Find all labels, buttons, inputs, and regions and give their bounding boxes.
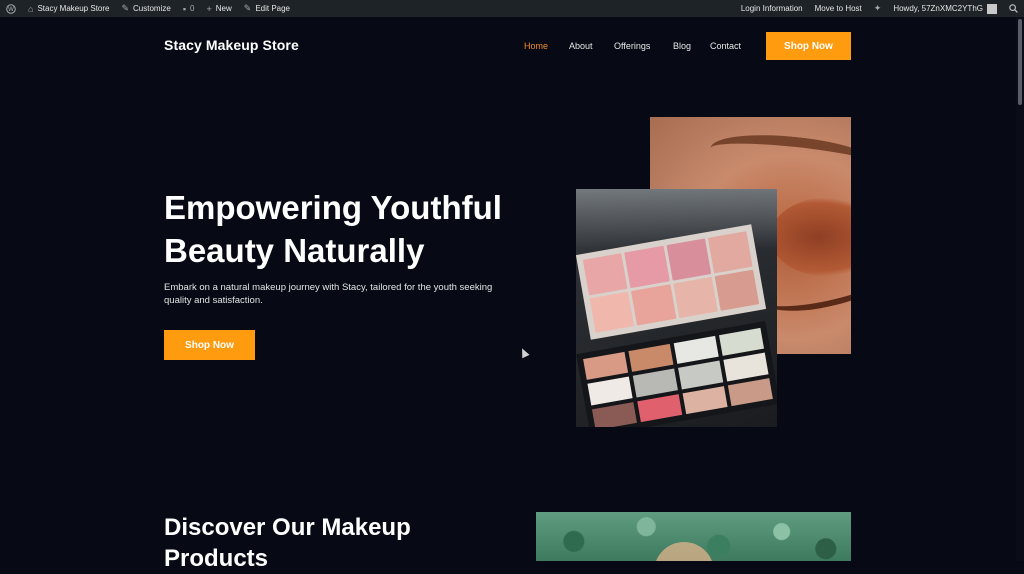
- comment-icon: ▪: [182, 3, 187, 14]
- nav-item-contact-label: Contact: [710, 41, 742, 51]
- admin-site-name: Stacy Makeup Store: [37, 4, 110, 13]
- nav-item-blog-label: Blog: [673, 41, 692, 51]
- hero-shop-now-button[interactable]: Shop Now: [164, 330, 255, 360]
- nav-item-contact[interactable]: Contact: [710, 41, 741, 51]
- nav-item-offerings-label: Offerings: [614, 41, 651, 51]
- eyeshadow-palette-image: [576, 189, 777, 427]
- admin-new-label: New: [215, 4, 232, 13]
- avatar: [987, 3, 997, 14]
- plus-icon: +: [206, 3, 212, 14]
- header-shop-now-button[interactable]: Shop Now: [766, 32, 851, 60]
- mouse-cursor: [518, 346, 530, 359]
- admin-customize-label: Customize: [133, 4, 171, 13]
- admin-customize-link[interactable]: ✎ Customize: [115, 0, 176, 17]
- admin-login-info-label: Login Information: [740, 4, 803, 13]
- products-leaves-image: [536, 512, 851, 561]
- products-section-title: Discover Our Makeup Products: [164, 514, 411, 572]
- svg-text:W: W: [8, 6, 14, 13]
- brush-icon: ✎: [121, 3, 130, 13]
- admin-account-menu[interactable]: Howdy, 57ZnXMC2YThG: [887, 0, 1003, 17]
- wp-admin-bar: W ⌂ Stacy Makeup Store ✎ Customize ▪ 0 +…: [0, 0, 1024, 17]
- pencil-icon: ✎: [243, 3, 252, 13]
- admin-search-button[interactable]: [1003, 0, 1024, 17]
- admin-howdy-label: Howdy, 57ZnXMC2YThG: [893, 4, 983, 13]
- admin-edit-page-link[interactable]: ✎ Edit Page: [238, 0, 296, 17]
- admin-comments-link[interactable]: ▪ 0: [177, 0, 201, 17]
- nav-item-home[interactable]: Home: [524, 41, 548, 51]
- nav-item-blog[interactable]: Blog: [673, 41, 691, 51]
- admin-move-to-host-label: Move to Host: [814, 4, 862, 13]
- nav-item-about-label: About: [569, 41, 593, 51]
- admin-edit-page-label: Edit Page: [255, 4, 291, 13]
- page-scrollbar[interactable]: [1016, 17, 1024, 561]
- wordpress-icon: W: [6, 3, 16, 14]
- hero-subtitle: Embark on a natural makeup journey with …: [164, 282, 493, 306]
- home-icon: ⌂: [28, 3, 34, 14]
- wordpress-logo-button[interactable]: W: [0, 0, 22, 17]
- scrollbar-thumb[interactable]: [1018, 19, 1022, 105]
- admin-ai-button[interactable]: ✦: [868, 0, 888, 17]
- admin-move-to-host-link[interactable]: Move to Host: [809, 0, 868, 17]
- hero-title: Empowering Youthful Beauty Naturally: [164, 189, 502, 269]
- site-title[interactable]: Stacy Makeup Store: [164, 37, 299, 53]
- nav-item-about[interactable]: About: [569, 41, 593, 51]
- sparkle-icon: ✦: [873, 3, 882, 13]
- nav-item-home-label: Home: [524, 41, 549, 51]
- admin-comments-count: 0: [190, 4, 195, 13]
- admin-login-info-link[interactable]: Login Information: [735, 0, 809, 17]
- nav-item-offerings[interactable]: Offerings: [614, 41, 650, 51]
- search-icon: [1009, 4, 1018, 13]
- admin-site-name-link[interactable]: ⌂ Stacy Makeup Store: [22, 0, 115, 17]
- admin-new-link[interactable]: + New: [200, 0, 237, 17]
